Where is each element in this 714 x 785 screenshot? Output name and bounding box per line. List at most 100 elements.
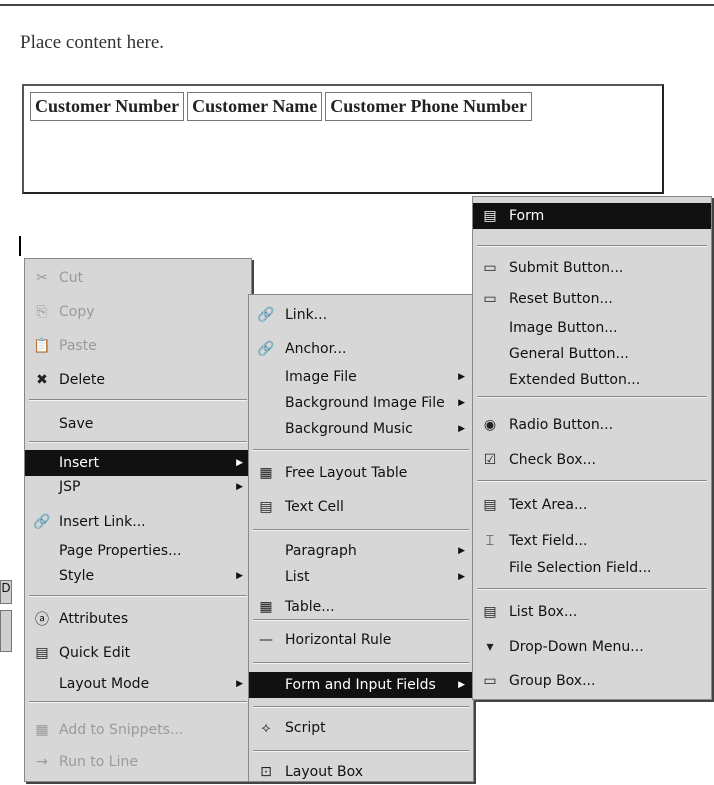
submenu-arrow-icon: ▶ [458, 398, 465, 408]
text-field-icon: ⌶ [485, 533, 495, 549]
menu-item-quick-edit[interactable]: ▤ Quick Edit [25, 640, 251, 666]
menu-item-extended-button[interactable]: Extended Button... [473, 367, 711, 393]
menu-item-label: Layout Mode [59, 676, 150, 692]
menu-item-label: Script [285, 720, 326, 736]
submenu-arrow-icon: ▶ [458, 546, 465, 556]
menu-item-file-selection-field[interactable]: File Selection Field... [473, 555, 711, 581]
menu-item-horizontal-rule[interactable]: — Horizontal Rule [249, 627, 473, 653]
menu-item-text-cell[interactable]: ▤ Text Cell [249, 494, 473, 520]
menu-item-label: Form and Input Fields [285, 677, 436, 693]
menu-item-insert[interactable]: Insert ▶ [25, 450, 251, 476]
layout-box-icon: ⊡ [260, 764, 272, 780]
menu-item-run-to-line[interactable]: → Run to Line [25, 749, 251, 775]
menu-item-label: Insert [59, 455, 100, 471]
menu-item-label: Background Image File [285, 395, 445, 411]
submenu-arrow-icon: ▶ [458, 372, 465, 382]
menu-item-label: Form [509, 208, 545, 224]
menu-separator [29, 595, 247, 597]
submenu-arrow-icon: ▶ [458, 680, 465, 690]
menu-item-text-area[interactable]: ▤ Text Area... [473, 492, 711, 518]
menu-item-check-box[interactable]: ☑ Check Box... [473, 447, 711, 473]
header-customer-name[interactable]: Customer Name [187, 92, 323, 121]
menu-item-label: Attributes [59, 611, 129, 627]
menu-item-label: List Box... [509, 604, 578, 620]
menu-item-form[interactable]: ▤ Form [473, 203, 711, 229]
insert-submenu: 🔗 Link... 🔗 Anchor... Image File ▶ Background … [248, 294, 474, 782]
menu-item-label: Horizontal Rule [285, 632, 392, 648]
menu-item-label: Image Button... [509, 320, 618, 336]
menu-item-background-music[interactable]: Background Music ▶ [249, 416, 473, 442]
menu-item-script[interactable]: ⟡ Script [249, 715, 473, 741]
menu-item-label: Cut [59, 270, 84, 286]
menu-item-label: Group Box... [509, 673, 596, 689]
menu-item-text-field[interactable]: ⌶ Text Field... [473, 528, 711, 554]
menu-item-image-file[interactable]: Image File ▶ [249, 364, 473, 390]
menu-item-label: Drop-Down Menu... [509, 639, 644, 655]
menu-item-label: Text Cell [285, 499, 344, 515]
menu-item-delete[interactable]: ✖ Delete [25, 367, 251, 393]
menu-item-submit-button[interactable]: ▭ Submit Button... [473, 255, 711, 281]
background-panel-fragment: D [0, 580, 12, 604]
menu-item-radio-button[interactable]: ◉ Radio Button... [473, 412, 711, 438]
menu-item-jsp[interactable]: JSP ▶ [25, 474, 251, 500]
menu-item-insert-link[interactable]: 🔗 Insert Link... [25, 509, 251, 535]
menu-item-group-box[interactable]: ▭ Group Box... [473, 668, 711, 694]
menu-item-style[interactable]: Style ▶ [25, 563, 251, 589]
menu-separator [253, 706, 469, 708]
submenu-arrow-icon: ▶ [236, 571, 243, 581]
menu-item-page-properties[interactable]: Page Properties... [25, 538, 251, 564]
menu-item-label: General Button... [509, 346, 629, 362]
menu-separator [477, 480, 707, 482]
menu-item-link[interactable]: 🔗 Link... [249, 302, 473, 328]
table-header-row: Customer Number Customer Name Customer P… [30, 92, 535, 121]
menu-item-add-to-snippets[interactable]: ▦ Add to Snippets... [25, 717, 251, 743]
menu-separator [253, 750, 469, 752]
menu-item-layout-box[interactable]: ⊡ Layout Box [249, 759, 473, 785]
header-customer-number[interactable]: Customer Number [30, 92, 185, 121]
group-box-icon: ▭ [483, 673, 497, 689]
menu-item-cut[interactable]: ✂ Cut [25, 265, 251, 291]
menu-item-free-layout-table[interactable]: ▦ Free Layout Table [249, 460, 473, 486]
menu-item-drop-down-menu[interactable]: ▾ Drop-Down Menu... [473, 634, 711, 660]
text-cursor [19, 236, 21, 256]
menu-separator [477, 588, 707, 590]
menu-item-label: Free Layout Table [285, 465, 408, 481]
menu-item-paste[interactable]: 📋 Paste [25, 333, 251, 359]
menu-item-label: Paste [59, 338, 97, 354]
script-icon: ⟡ [261, 720, 271, 736]
menu-item-table[interactable]: ▦ Table... [249, 594, 473, 620]
delete-icon: ✖ [36, 372, 48, 388]
menu-item-label: Check Box... [509, 452, 596, 468]
menu-item-label: Anchor... [285, 341, 347, 357]
customer-table[interactable]: Customer Number Customer Name Customer P… [22, 84, 664, 194]
menu-item-label: Run to Line [59, 754, 138, 770]
menu-item-label: Extended Button... [509, 372, 641, 388]
menu-item-copy[interactable]: ⎘ Copy [25, 299, 251, 325]
menu-item-attributes[interactable]: ⓐ Attributes [25, 606, 251, 632]
menu-item-label: Save [59, 416, 94, 432]
menu-item-save[interactable]: Save [25, 411, 251, 437]
menu-item-paragraph[interactable]: Paragraph ▶ [249, 538, 473, 564]
menu-item-reset-button[interactable]: ▭ Reset Button... [473, 286, 711, 312]
menu-item-label: Link... [285, 307, 328, 323]
form-icon: ▤ [483, 208, 497, 224]
menu-item-label: Paragraph [285, 543, 357, 559]
run-to-line-icon: → [36, 754, 48, 770]
menu-item-form-and-input-fields[interactable]: Form and Input Fields ▶ [249, 672, 473, 698]
text-cell-icon: ▤ [259, 499, 273, 515]
form-input-fields-submenu: ▤ Form ▭ Submit Button... ▭ Reset Button... Im… [472, 196, 712, 700]
menu-item-list[interactable]: List ▶ [249, 564, 473, 590]
submenu-arrow-icon: ▶ [236, 482, 243, 492]
menu-item-layout-mode[interactable]: Layout Mode ▶ [25, 671, 251, 697]
menu-item-list-box[interactable]: ▤ List Box... [473, 599, 711, 625]
menu-item-label: Table... [285, 599, 335, 615]
menu-item-anchor[interactable]: 🔗 Anchor... [249, 336, 473, 362]
context-menu: ✂ Cut ⎘ Copy 📋 Paste ✖ Delete Save Insert ▶ JSP ▶ 🔗 In… [24, 258, 252, 782]
menu-item-image-button[interactable]: Image Button... [473, 315, 711, 341]
header-customer-phone[interactable]: Customer Phone Number [325, 92, 532, 121]
menu-item-label: List [285, 569, 310, 585]
menu-item-general-button[interactable]: General Button... [473, 341, 711, 367]
menu-item-background-image-file[interactable]: Background Image File ▶ [249, 390, 473, 416]
drop-down-menu-icon: ▾ [486, 639, 494, 655]
menu-separator [253, 619, 469, 621]
